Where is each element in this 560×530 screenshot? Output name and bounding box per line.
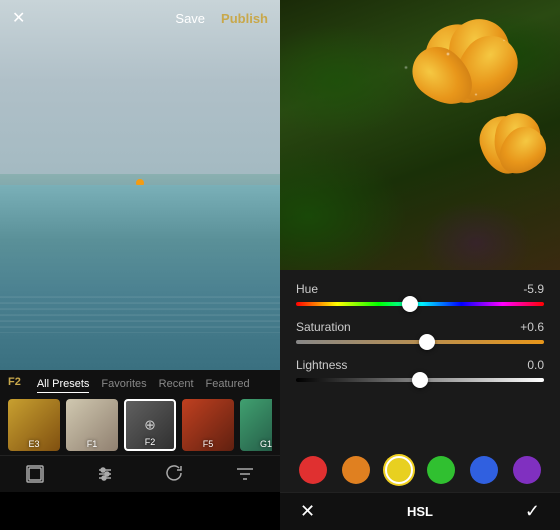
preset-f2-label: F2 bbox=[126, 437, 174, 447]
swatch-green[interactable] bbox=[427, 456, 455, 484]
color-swatches bbox=[280, 448, 560, 492]
swatch-blue[interactable] bbox=[470, 456, 498, 484]
bottom-bar-right: ✕ HSL ✓ bbox=[280, 492, 560, 530]
preset-f5[interactable]: F5 bbox=[182, 399, 234, 451]
saturation-track[interactable] bbox=[296, 340, 544, 344]
top-actions: Save Publish bbox=[175, 11, 268, 26]
bottom-toolbar bbox=[0, 455, 280, 492]
hue-label-row: Hue -5.9 bbox=[296, 282, 544, 296]
preset-e3[interactable]: E3 bbox=[8, 399, 60, 451]
lightness-track[interactable] bbox=[296, 378, 544, 382]
swatch-yellow[interactable] bbox=[385, 456, 413, 484]
rotate-icon[interactable] bbox=[165, 464, 185, 484]
tab-featured[interactable]: Featured bbox=[206, 376, 250, 393]
saturation-value: +0.6 bbox=[520, 320, 544, 334]
hue-track[interactable] bbox=[296, 302, 544, 306]
lightness-thumb[interactable] bbox=[412, 372, 428, 388]
lightness-slider-row: Lightness 0.0 bbox=[296, 358, 544, 382]
tab-recent[interactable]: Recent bbox=[159, 376, 194, 393]
hsl-confirm-button[interactable]: ✓ bbox=[525, 501, 540, 522]
right-panel: Hue -5.9 Saturation +0.6 Lightness 0.0 bbox=[280, 0, 560, 530]
beach-scene bbox=[0, 0, 280, 370]
current-preset-label: F2 bbox=[8, 376, 21, 393]
saturation-label-row: Saturation +0.6 bbox=[296, 320, 544, 334]
preset-e3-label: E3 bbox=[8, 439, 60, 449]
preset-f1[interactable]: F1 bbox=[66, 399, 118, 451]
swatch-purple[interactable] bbox=[513, 456, 541, 484]
close-button[interactable]: ✕ bbox=[12, 8, 25, 28]
lightness-label: Lightness bbox=[296, 358, 347, 372]
preset-f1-label: F1 bbox=[66, 439, 118, 449]
hue-label: Hue bbox=[296, 282, 318, 296]
hue-value: -5.9 bbox=[523, 282, 544, 296]
saturation-slider-row: Saturation +0.6 bbox=[296, 320, 544, 344]
top-bar: ✕ Save Publish bbox=[0, 0, 280, 36]
swatch-orange[interactable] bbox=[342, 456, 370, 484]
swatch-red[interactable] bbox=[299, 456, 327, 484]
tab-favorites[interactable]: Favorites bbox=[101, 376, 146, 393]
preset-g1-label: G1 bbox=[240, 439, 272, 449]
hsl-controls: Hue -5.9 Saturation +0.6 Lightness 0.0 bbox=[280, 270, 560, 448]
save-button[interactable]: Save bbox=[175, 11, 205, 26]
lightness-label-row: Lightness 0.0 bbox=[296, 358, 544, 372]
water bbox=[0, 185, 280, 370]
flower-photo bbox=[280, 0, 560, 270]
presets-tabs: F2 All Presets Favorites Recent Featured bbox=[8, 376, 272, 393]
adjustments-icon[interactable] bbox=[95, 464, 115, 484]
water-drops bbox=[280, 0, 560, 270]
preset-g1[interactable]: G1 bbox=[240, 399, 272, 451]
saturation-label: Saturation bbox=[296, 320, 351, 334]
flower-scene bbox=[280, 0, 560, 270]
hue-thumb[interactable] bbox=[402, 296, 418, 312]
presets-scroll: E3 F1 ⊕ F2 F5 G1 G2 bbox=[8, 399, 272, 451]
saturation-thumb[interactable] bbox=[419, 334, 435, 350]
hue-slider-row: Hue -5.9 bbox=[296, 282, 544, 306]
key-icon: ⊕ bbox=[144, 417, 156, 434]
publish-button[interactable]: Publish bbox=[221, 11, 268, 26]
lightness-value: 0.0 bbox=[527, 358, 544, 372]
frames-icon[interactable] bbox=[25, 464, 45, 484]
filter-icon[interactable] bbox=[235, 464, 255, 484]
preset-f2[interactable]: ⊕ F2 bbox=[124, 399, 176, 451]
hsl-close-button[interactable]: ✕ bbox=[300, 501, 315, 522]
main-photo bbox=[0, 0, 280, 370]
presets-bar: F2 All Presets Favorites Recent Featured… bbox=[0, 370, 280, 455]
tab-all-presets[interactable]: All Presets bbox=[37, 376, 90, 393]
left-panel: ✕ Save Publish F2 All Presets Favorites … bbox=[0, 0, 280, 530]
water-reflection bbox=[0, 296, 280, 333]
hsl-title: HSL bbox=[407, 504, 433, 519]
preset-f5-label: F5 bbox=[182, 439, 234, 449]
